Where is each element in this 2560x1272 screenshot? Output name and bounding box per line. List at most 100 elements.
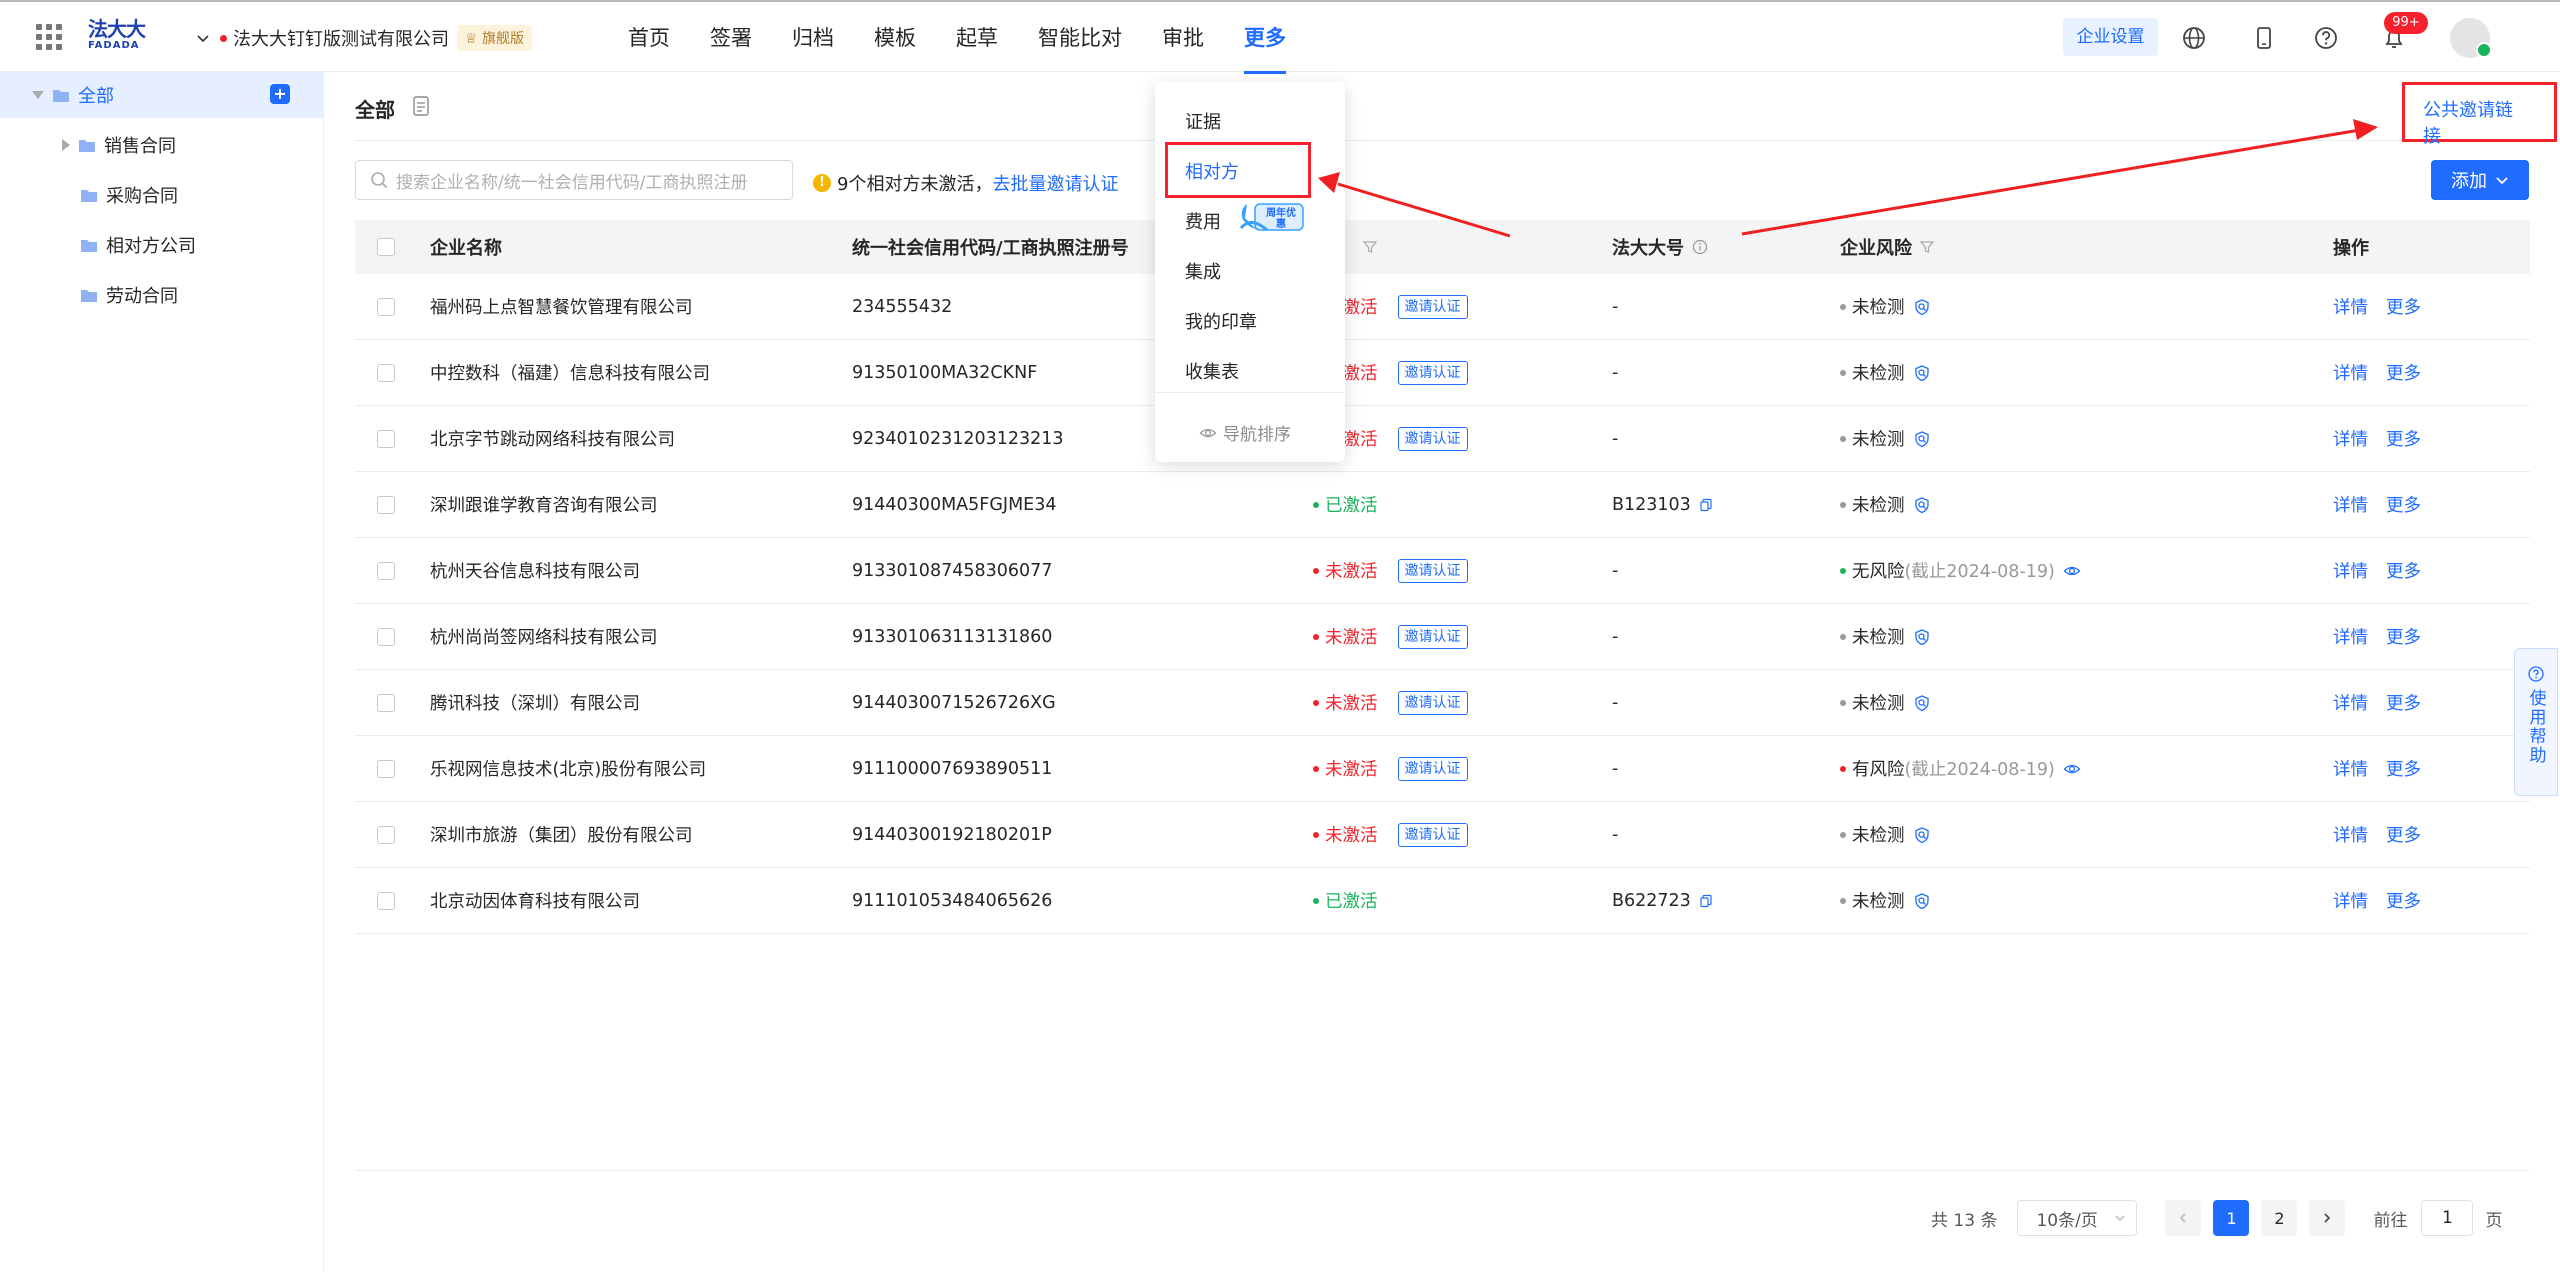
more-link[interactable]: 更多 — [2386, 360, 2421, 385]
add-button[interactable]: 添加 — [2431, 160, 2529, 200]
row-checkbox[interactable] — [377, 627, 395, 646]
detail-link[interactable]: 详情 — [2333, 756, 2368, 781]
detail-link[interactable]: 详情 — [2333, 690, 2368, 715]
ops-cell: 详情 更多 — [2333, 472, 2439, 537]
invite-verify-button[interactable]: 邀请认证 — [1397, 426, 1468, 451]
more-link[interactable]: 更多 — [2386, 294, 2421, 319]
eye-icon[interactable] — [2063, 562, 2081, 580]
nav-draft[interactable]: 起草 — [956, 2, 998, 74]
eye-icon[interactable] — [2063, 760, 2081, 778]
menu-item-forms[interactable]: 收集表 — [1185, 358, 1239, 384]
tree-item-purchase[interactable]: 采购合同 — [80, 180, 178, 210]
nav-template[interactable]: 模板 — [874, 2, 916, 74]
menu-item-my-seals[interactable]: 我的印章 — [1185, 308, 1257, 334]
risk-scan-icon[interactable] — [1913, 298, 1931, 316]
help-float-button[interactable]: 使用帮助 — [2514, 648, 2558, 796]
row-checkbox[interactable] — [377, 495, 395, 514]
detail-link[interactable]: 详情 — [2333, 492, 2368, 517]
enterprise-settings-button[interactable]: 企业设置 — [2063, 18, 2158, 56]
risk-scan-icon[interactable] — [1913, 826, 1931, 844]
tree-item-labor[interactable]: 劳动合同 — [80, 280, 178, 310]
nav-approval[interactable]: 审批 — [1162, 2, 1204, 74]
row-checkbox[interactable] — [377, 363, 395, 382]
detail-link[interactable]: 详情 — [2333, 426, 2368, 451]
detail-link[interactable]: 详情 — [2333, 360, 2368, 385]
globe-icon[interactable] — [2180, 24, 2208, 52]
invite-verify-button[interactable]: 邀请认证 — [1397, 624, 1468, 649]
prev-page-button[interactable] — [2165, 1200, 2202, 1236]
invite-verify-button[interactable]: 邀请认证 — [1397, 690, 1468, 715]
copy-icon[interactable] — [1699, 498, 1713, 512]
invite-verify-button[interactable]: 邀请认证 — [1397, 822, 1468, 847]
detail-link[interactable]: 详情 — [2333, 624, 2368, 649]
risk-scan-icon[interactable] — [1913, 496, 1931, 514]
nav-archive[interactable]: 归档 — [792, 2, 834, 74]
copy-icon[interactable] — [1699, 894, 1713, 908]
risk-scan-icon[interactable] — [1913, 628, 1931, 646]
menu-item-fees[interactable]: 费用 — [1185, 208, 1221, 234]
row-checkbox[interactable] — [377, 759, 395, 778]
mobile-icon[interactable] — [2250, 24, 2278, 52]
row-checkbox[interactable] — [377, 297, 395, 316]
app-grid-icon[interactable] — [36, 24, 62, 50]
batch-invite-link[interactable]: 去批量邀请认证 — [992, 170, 1118, 196]
info-icon[interactable] — [1692, 239, 1708, 255]
goto-page-input[interactable]: 1 — [2421, 1200, 2474, 1236]
filter-icon[interactable] — [1363, 240, 1377, 254]
invite-verify-button[interactable]: 邀请认证 — [1397, 558, 1468, 583]
company-switcher[interactable]: 法大大钉钉版测试有限公司 ♕ 旗舰版 — [196, 24, 533, 52]
page-size-select[interactable]: 10条/页 — [2017, 1200, 2138, 1236]
fdd-number: - — [1612, 296, 1619, 317]
invite-verify-button[interactable]: 邀请认证 — [1397, 756, 1468, 781]
detail-link[interactable]: 详情 — [2333, 294, 2368, 319]
more-link[interactable]: 更多 — [2386, 558, 2421, 583]
invite-verify-button[interactable]: 邀请认证 — [1397, 360, 1468, 385]
tree-item-all[interactable]: 全部 — [32, 80, 114, 110]
risk-cell: 无风险 (截止2024-08-19) — [1840, 538, 2081, 603]
risk-scan-icon[interactable] — [1913, 364, 1931, 382]
risk-scan-icon[interactable] — [1913, 892, 1931, 910]
row-checkbox[interactable] — [377, 825, 395, 844]
caret-down-icon[interactable] — [32, 91, 44, 99]
risk-scan-icon[interactable] — [1913, 694, 1931, 712]
tree-item-sales[interactable]: 销售合同 — [62, 130, 176, 160]
invite-verify-button[interactable]: 邀请认证 — [1397, 294, 1468, 319]
menu-item-integration[interactable]: 集成 — [1185, 258, 1221, 284]
detail-link[interactable]: 详情 — [2333, 822, 2368, 847]
col-status-filter[interactable] — [1355, 220, 1377, 274]
next-page-button[interactable] — [2309, 1200, 2346, 1236]
filter-icon[interactable] — [1920, 240, 1934, 254]
select-all-checkbox[interactable] — [377, 238, 395, 256]
nav-compare[interactable]: 智能比对 — [1038, 2, 1122, 74]
nav-sort-button[interactable]: 导航排序 — [1199, 420, 1291, 445]
more-link[interactable]: 更多 — [2386, 624, 2421, 649]
add-folder-button[interactable] — [270, 84, 290, 104]
nav-more[interactable]: 更多 — [1244, 2, 1286, 74]
caret-right-icon[interactable] — [62, 139, 70, 151]
folder-icon — [81, 239, 97, 252]
tree-item-counterparty[interactable]: 相对方公司 — [80, 230, 196, 260]
row-checkbox[interactable] — [377, 693, 395, 712]
status-text: 未激活 — [1325, 826, 1378, 846]
more-link[interactable]: 更多 — [2386, 822, 2421, 847]
page-button-1[interactable]: 1 — [2213, 1200, 2250, 1236]
nav-home[interactable]: 首页 — [628, 2, 670, 74]
nav-sign[interactable]: 签署 — [710, 2, 752, 74]
search-input[interactable]: 搜索企业名称/统一社会信用代码/工商执照注册 — [355, 160, 793, 200]
public-invite-link[interactable]: 公共邀请链接 — [2423, 96, 2530, 148]
row-checkbox[interactable] — [377, 561, 395, 580]
document-icon[interactable] — [413, 96, 429, 116]
risk-scan-icon[interactable] — [1913, 430, 1931, 448]
more-link[interactable]: 更多 — [2386, 756, 2421, 781]
page-button-2[interactable]: 2 — [2261, 1200, 2298, 1236]
row-checkbox[interactable] — [377, 429, 395, 448]
menu-item-evidence[interactable]: 证据 — [1185, 108, 1221, 134]
help-icon[interactable] — [2312, 24, 2340, 52]
more-link[interactable]: 更多 — [2386, 426, 2421, 451]
detail-link[interactable]: 详情 — [2333, 888, 2368, 913]
row-checkbox[interactable] — [377, 891, 395, 910]
detail-link[interactable]: 详情 — [2333, 558, 2368, 583]
more-link[interactable]: 更多 — [2386, 690, 2421, 715]
more-link[interactable]: 更多 — [2386, 888, 2421, 913]
more-link[interactable]: 更多 — [2386, 492, 2421, 517]
